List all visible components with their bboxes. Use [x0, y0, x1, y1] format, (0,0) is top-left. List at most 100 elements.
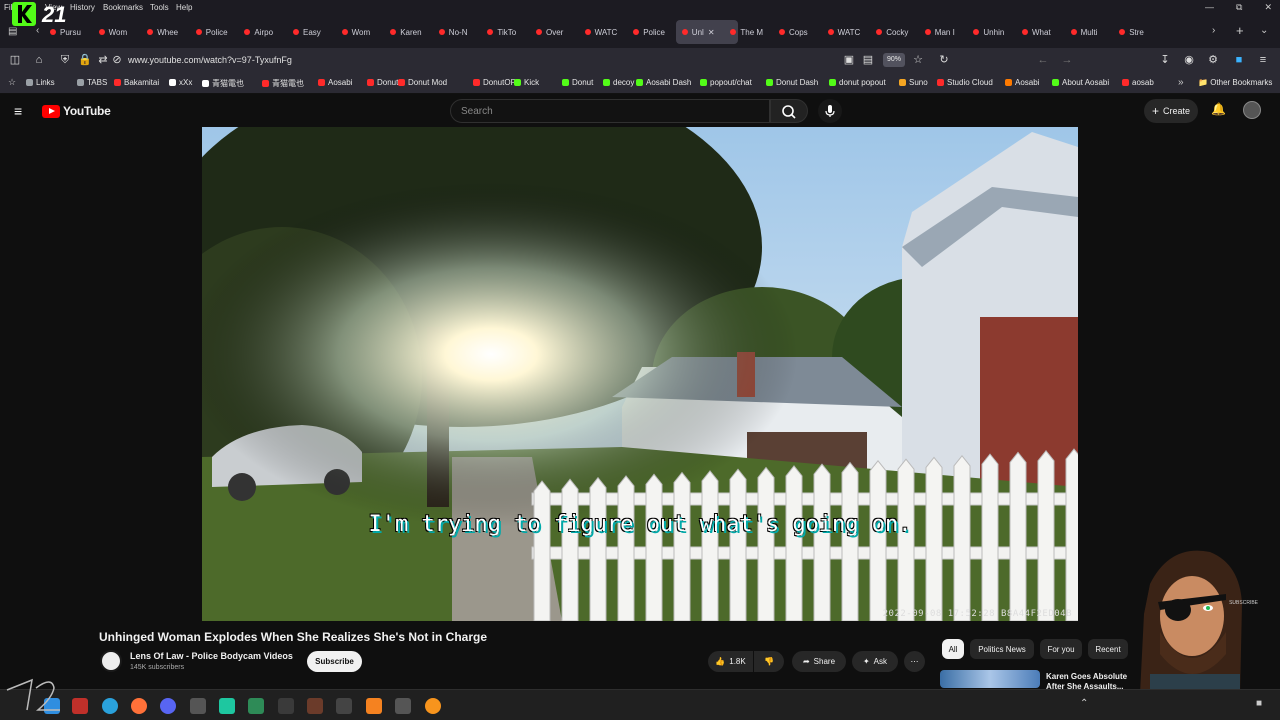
browser-tab[interactable]: Police	[633, 20, 675, 44]
bookmark-item[interactable]: donut popout	[829, 78, 886, 87]
app-icon-13[interactable]	[395, 698, 411, 714]
bookmark-item[interactable]: 青猫電也	[202, 78, 244, 89]
browser-tab[interactable]: Unhin	[973, 20, 1015, 44]
recorder-app-icon[interactable]	[72, 698, 88, 714]
close-window-icon[interactable]: ✕	[1264, 2, 1272, 13]
browser-tab[interactable]: Police	[195, 20, 238, 44]
hamburger-menu-icon[interactable]: ≡	[1256, 53, 1270, 67]
ask-button[interactable]: ✦ Ask	[852, 651, 898, 672]
bookmark-item[interactable]: Donut Dash	[766, 78, 818, 87]
bookmark-item[interactable]: Donut	[562, 78, 593, 87]
bookmark-item[interactable]: About Aosabi	[1052, 78, 1109, 87]
app-icon-6[interactable]	[190, 698, 206, 714]
browser-tab[interactable]: What	[1022, 20, 1064, 44]
new-tab-icon[interactable]: +	[1236, 23, 1244, 38]
channel-avatar[interactable]	[100, 650, 122, 672]
forward-icon[interactable]: →	[1060, 53, 1074, 67]
search-input[interactable]	[451, 100, 769, 122]
share-button[interactable]: ➦ Share	[792, 651, 846, 672]
discord-icon[interactable]	[160, 698, 176, 714]
guide-menu-icon[interactable]: ≡	[14, 103, 22, 119]
chip-for-you[interactable]: For you	[1040, 639, 1082, 659]
shield-icon[interactable]: ⛨	[58, 53, 72, 67]
bookmark-item[interactable]: Aosabi	[318, 78, 352, 87]
browser-tab[interactable]: The M	[730, 20, 772, 44]
browser-tab[interactable]: Cops	[779, 20, 821, 44]
extension-badge-icon[interactable]: ■	[1232, 53, 1246, 67]
menu-help[interactable]: Help	[176, 3, 192, 12]
close-tab-icon[interactable]: ✕	[708, 28, 715, 37]
browser-tab[interactable]: Wom	[98, 20, 141, 44]
channel-name[interactable]: Lens Of Law - Police Bodycam Videos	[130, 651, 293, 661]
youtube-logo[interactable]: YouTube	[42, 104, 111, 118]
menu-tools[interactable]: Tools	[150, 3, 169, 12]
bookmark-item[interactable]: Aosabi	[1005, 78, 1039, 87]
search-button[interactable]	[770, 99, 808, 123]
back-icon[interactable]: ←	[1036, 53, 1050, 67]
picture-in-picture-icon[interactable]: ▣	[842, 53, 856, 67]
video-player[interactable]: I'm trying to figure out what's going on…	[202, 127, 1078, 621]
browser-tab[interactable]: Multi	[1070, 20, 1113, 44]
notifications-bell-icon[interactable]: 🔔	[1211, 102, 1226, 116]
firefox-icon[interactable]	[131, 698, 147, 714]
telegram-icon[interactable]	[102, 698, 118, 714]
search-app-icon[interactable]	[425, 698, 441, 714]
bookmark-item[interactable]: Kick	[514, 78, 539, 87]
tab-overflow-icon[interactable]: ⌄	[1260, 25, 1268, 36]
lock-icon[interactable]: 🔒	[78, 53, 92, 67]
tray-expand-icon[interactable]: ⌃	[1080, 698, 1088, 709]
bookmarks-overflow-icon[interactable]: »	[1178, 77, 1184, 88]
browser-tab[interactable]: Cocky	[876, 20, 918, 44]
notepad-icon[interactable]	[248, 698, 264, 714]
browser-tab[interactable]: TikTo	[487, 20, 529, 44]
browser-tab[interactable]: Karen	[390, 20, 432, 44]
browser-tab[interactable]: Easy	[293, 20, 335, 44]
recommended-thumbnail[interactable]	[940, 670, 1040, 688]
bookmark-manager-icon[interactable]: ☆	[8, 77, 16, 88]
bookmark-item[interactable]: aosab	[1122, 78, 1154, 87]
browser-tab[interactable]: Whee	[147, 20, 189, 44]
account-icon[interactable]: ◉	[1182, 53, 1196, 67]
url-field[interactable]: www.youtube.com/watch?v=97-TyxufnFg	[128, 55, 292, 65]
scroll-tabs-right-icon[interactable]: ›	[1212, 25, 1215, 36]
bookmark-item[interactable]: Donut	[367, 78, 398, 87]
chip-all[interactable]: All	[942, 639, 964, 659]
bookmark-item[interactable]: popout/chat	[700, 78, 752, 87]
app-icon-10[interactable]	[307, 698, 323, 714]
bookmark-item[interactable]: Aosabi Dash	[636, 78, 691, 87]
restore-icon[interactable]: ⧉	[1236, 2, 1242, 13]
more-actions-button[interactable]: ⋯	[904, 651, 925, 672]
vlc-icon[interactable]	[366, 698, 382, 714]
chip-recent[interactable]: Recent	[1088, 639, 1128, 659]
extensions-icon[interactable]: ⚙	[1206, 53, 1220, 67]
user-avatar[interactable]	[1243, 101, 1261, 119]
browser-tab[interactable]: Unl ✕	[675, 20, 738, 44]
voice-search-button[interactable]	[818, 99, 842, 123]
browser-tab[interactable]: WATC	[827, 20, 870, 44]
bookmark-item[interactable]: TABS	[77, 78, 107, 87]
tray-app-icon[interactable]: ■	[1256, 698, 1262, 709]
browser-tab[interactable]: Over	[536, 20, 578, 44]
bookmark-item[interactable]: Donut Mod	[398, 78, 447, 87]
bookmark-item[interactable]: 青猫電也	[262, 78, 304, 89]
bookmark-item[interactable]: Studio Cloud	[937, 78, 993, 87]
dislike-button[interactable]: 👎	[754, 651, 784, 672]
browser-tab[interactable]: Man I	[924, 20, 967, 44]
reload-icon[interactable]: ↻	[937, 53, 951, 67]
bookmark-item[interactable]: decoy	[603, 78, 634, 87]
app-icon-9[interactable]	[278, 698, 294, 714]
app-icon-11[interactable]	[336, 698, 352, 714]
other-bookmarks[interactable]: 📁 Other Bookmarks	[1198, 78, 1272, 87]
browser-tab[interactable]: Wom	[341, 20, 384, 44]
bookmark-star-icon[interactable]: ☆	[911, 53, 925, 67]
menu-history[interactable]: History	[70, 3, 95, 12]
tracking-icon[interactable]: ⊘	[110, 53, 124, 67]
downloads-icon[interactable]: ↧	[1158, 53, 1172, 67]
chip-politics-news[interactable]: Politics News	[970, 639, 1034, 659]
subscribe-button[interactable]: Subscribe	[307, 651, 362, 672]
bookmark-item[interactable]: Bakamitai	[114, 78, 159, 87]
reader-view-icon[interactable]: ▤	[861, 53, 875, 67]
like-button[interactable]: 👍 1.8K	[708, 651, 753, 672]
browser-tab[interactable]: WATC	[584, 20, 627, 44]
browser-tab[interactable]: No-N	[438, 20, 481, 44]
